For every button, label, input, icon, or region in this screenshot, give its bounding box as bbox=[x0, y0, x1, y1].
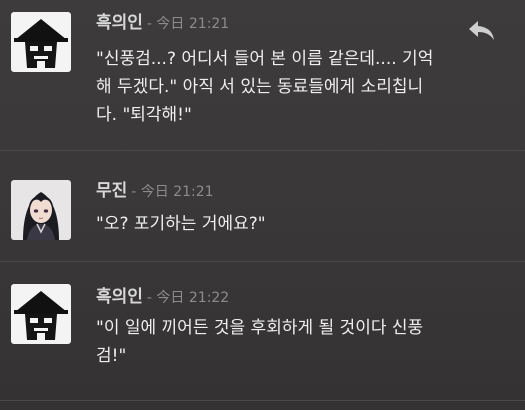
divider bbox=[0, 150, 525, 151]
message-header: 무진 - 今日 21:21 bbox=[96, 181, 214, 202]
author-name[interactable]: 흑의인 bbox=[96, 13, 143, 33]
anime-character-avatar-icon[interactable] bbox=[11, 180, 71, 240]
straw-hat-avatar-icon[interactable] bbox=[11, 12, 71, 72]
author-name[interactable]: 무진 bbox=[96, 181, 127, 201]
message-text: "이 일에 끼어든 것을 후회하게 될 것이다 신풍 검!" bbox=[96, 318, 424, 366]
timestamp: - 今日 21:21 bbox=[146, 16, 230, 32]
timestamp: - 今日 21:21 bbox=[131, 184, 214, 200]
reply-icon[interactable] bbox=[467, 18, 497, 44]
author-name[interactable]: 흑의인 bbox=[96, 287, 143, 307]
message-header: 흑의인 - 今日 21:21 bbox=[96, 13, 229, 34]
message-text: "신풍검...? 어디서 들어 본 이름 같은데.... 기억 해 두겠다." … bbox=[96, 49, 434, 125]
timestamp: - 今日 21:22 bbox=[146, 290, 230, 306]
message-header: 흑의인 - 今日 21:22 bbox=[96, 287, 229, 308]
divider bbox=[0, 261, 525, 262]
message-text: "오? 포기하는 거에요?" bbox=[96, 214, 266, 234]
chat-page: { "messages": [ { "author": "흑의인", "time… bbox=[0, 0, 525, 410]
straw-hat-avatar-icon[interactable] bbox=[11, 284, 71, 344]
divider bbox=[0, 400, 525, 401]
